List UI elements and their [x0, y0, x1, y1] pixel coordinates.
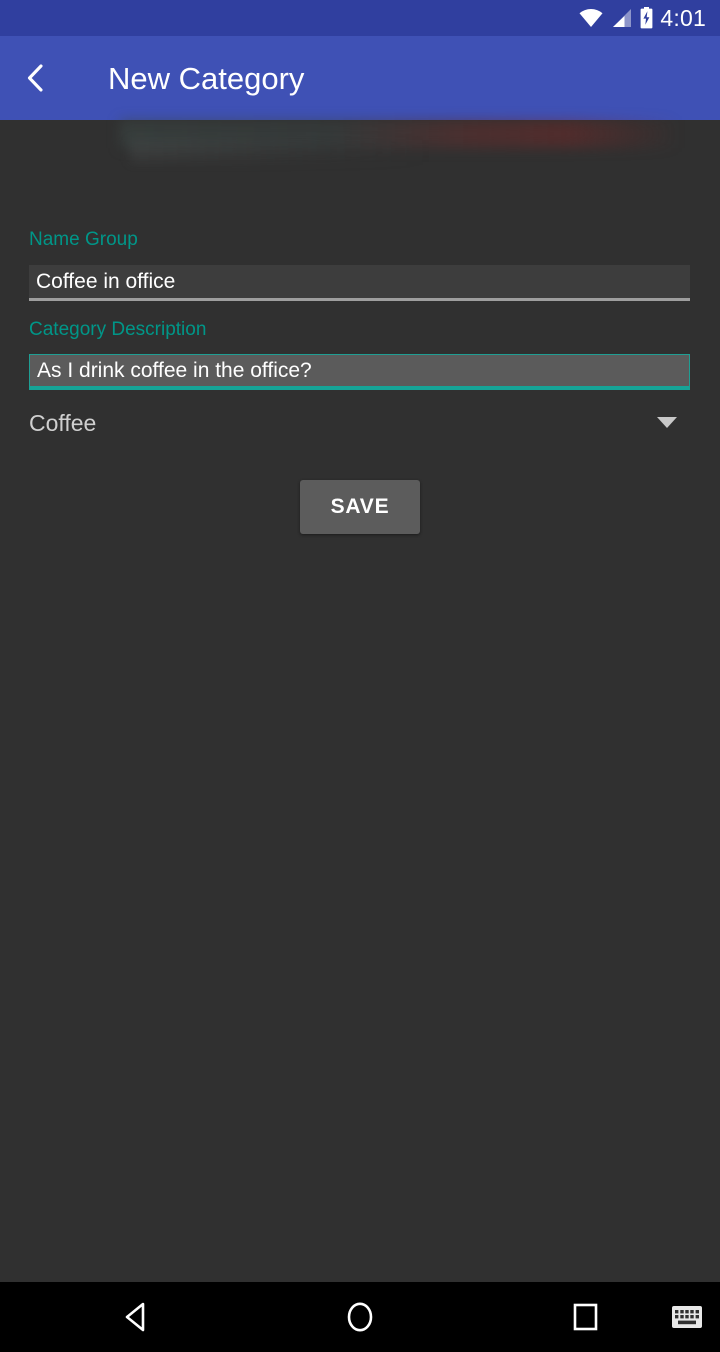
status-bar-clock: 4:01 — [660, 4, 706, 31]
name-group-label: Name Group — [29, 229, 138, 250]
back-button[interactable] — [0, 36, 72, 120]
category-description-label: Category Description — [29, 319, 207, 340]
category-spinner[interactable]: Coffee — [29, 401, 690, 445]
square-recents-icon — [573, 1303, 598, 1331]
keyboard-icon — [672, 1306, 702, 1328]
nav-ime-switcher-button[interactable] — [663, 1282, 711, 1352]
status-bar: 4:01 — [0, 0, 720, 36]
nav-home-button[interactable] — [328, 1282, 392, 1352]
caret-down-icon — [657, 417, 690, 429]
triangle-back-icon — [123, 1302, 149, 1332]
status-bar-icons — [579, 7, 654, 29]
cellular-signal-icon — [610, 8, 632, 28]
circle-home-icon — [346, 1301, 374, 1333]
save-button[interactable]: SAVE — [300, 480, 420, 534]
android-screen: 4:01 New Category Name Group Coffee in o… — [0, 0, 720, 1352]
battery-charging-icon — [639, 7, 654, 29]
category-description-input[interactable]: As I drink coffee in the office? — [29, 354, 690, 390]
nav-back-button[interactable] — [104, 1282, 168, 1352]
app-bar: New Category — [0, 36, 720, 120]
form-content: Name Group Coffee in office Category Des… — [0, 120, 720, 1282]
category-spinner-value: Coffee — [29, 409, 97, 436]
navigation-bar — [0, 1282, 720, 1352]
page-title: New Category — [108, 60, 305, 96]
wifi-icon — [579, 8, 603, 28]
name-group-input[interactable]: Coffee in office — [29, 265, 690, 301]
chevron-left-icon — [23, 63, 49, 93]
nav-recents-button[interactable] — [553, 1282, 617, 1352]
